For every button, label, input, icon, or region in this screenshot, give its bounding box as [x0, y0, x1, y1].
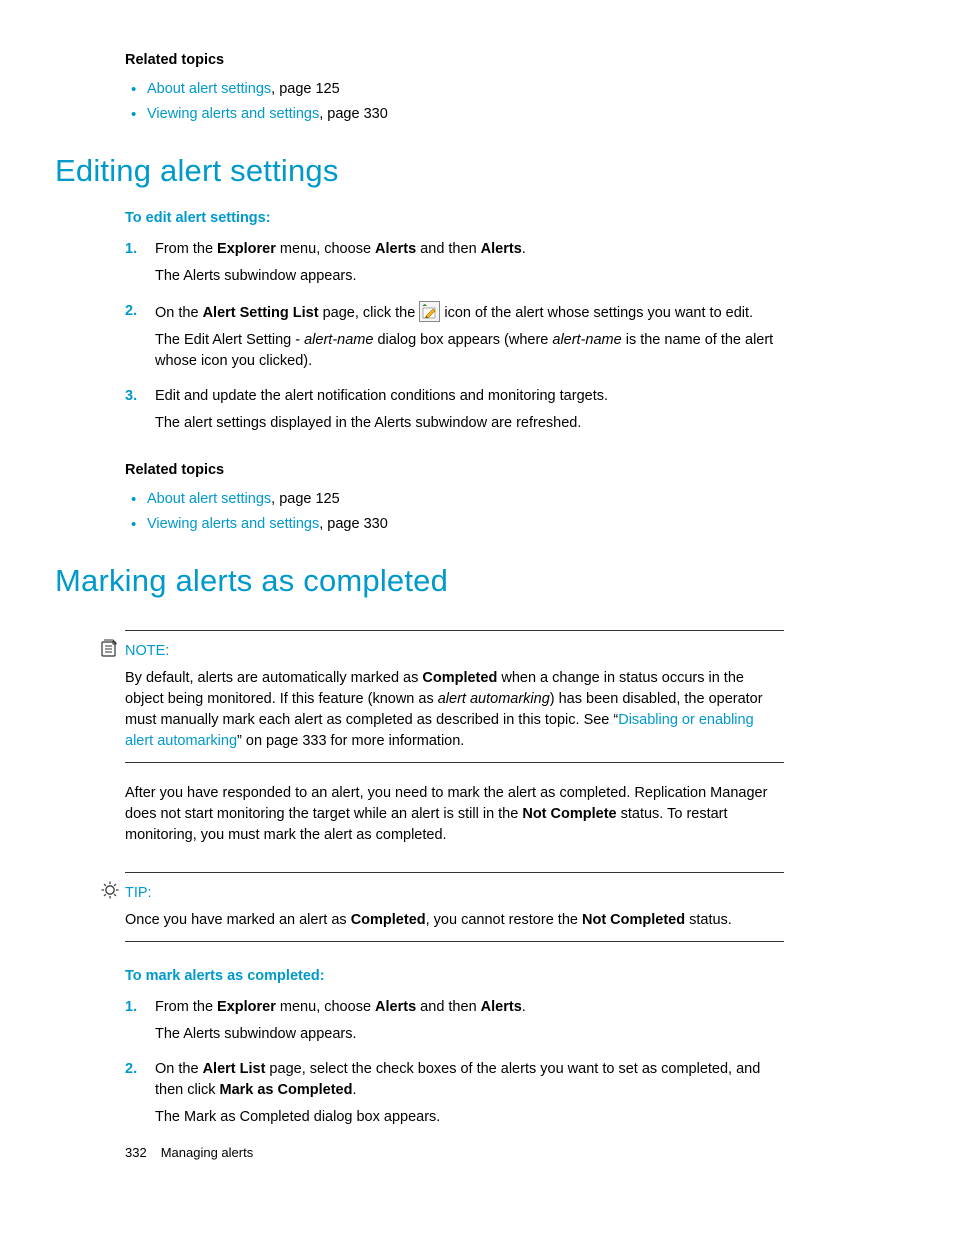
tip-text: Once you have marked an alert as Complet… — [125, 910, 784, 931]
text: ” on page 333 for more information. — [237, 733, 464, 749]
related-link[interactable]: Viewing alerts and settings — [147, 106, 319, 122]
text: Once you have marked an alert as — [125, 912, 351, 928]
related-topic-item: About alert settings, page 125 — [125, 489, 784, 510]
text-bold: Not Complete — [522, 806, 616, 822]
divider — [125, 762, 784, 763]
related-topic-item: Viewing alerts and settings, page 330 — [125, 514, 784, 535]
related-topics-list: About alert settings, page 125 Viewing a… — [125, 79, 784, 125]
section-heading-editing: Editing alert settings — [55, 149, 784, 194]
step-result: The Mark as Completed dialog box appears… — [155, 1107, 784, 1128]
step-bold: Explorer — [217, 999, 276, 1015]
text-bold: Not Completed — [582, 912, 685, 928]
step-text: From the — [155, 999, 217, 1015]
step-bold: Alerts — [481, 241, 522, 257]
step-result: The Alerts subwindow appears. — [155, 266, 784, 287]
step-text: The Edit Alert Setting - — [155, 332, 304, 348]
tip-label: TIP: — [125, 883, 784, 904]
divider — [125, 630, 784, 631]
step-bold: Alerts — [375, 241, 416, 257]
procedure-heading: To mark alerts as completed: — [125, 966, 784, 987]
page-number: 332 — [125, 1145, 147, 1160]
edit-icon — [419, 301, 440, 322]
step-text: menu, choose — [276, 241, 375, 257]
step-text: On the — [155, 1061, 203, 1077]
divider — [125, 941, 784, 942]
step-item: On the Alert List page, select the check… — [125, 1059, 784, 1128]
note-icon — [101, 639, 119, 657]
step-text: icon of the alert whose settings you wan… — [440, 305, 753, 321]
note-text: By default, alerts are automatically mar… — [125, 668, 784, 752]
text-italic: alert automarking — [438, 691, 550, 707]
text-bold: Completed — [351, 912, 426, 928]
step-text: dialog box appears (where — [373, 332, 552, 348]
step-text: and then — [416, 999, 481, 1015]
related-link[interactable]: Viewing alerts and settings — [147, 516, 319, 532]
related-link[interactable]: About alert settings — [147, 81, 271, 97]
step-item: Edit and update the alert notification c… — [125, 386, 784, 434]
step-text: menu, choose — [276, 999, 375, 1015]
step-bold: Mark as Completed — [219, 1082, 352, 1098]
step-italic: alert-name — [552, 332, 621, 348]
procedure-heading: To edit alert settings: — [125, 208, 784, 229]
step-bold: Alert Setting List — [203, 305, 319, 321]
step-text: On the — [155, 305, 203, 321]
step-bold: Explorer — [217, 241, 276, 257]
text: , you cannot restore the — [426, 912, 582, 928]
page-footer: 332 Managing alerts — [125, 1144, 253, 1163]
tip-callout: TIP: Once you have marked an alert as Co… — [125, 872, 784, 942]
step-bold: Alerts — [375, 999, 416, 1015]
tip-icon — [101, 881, 119, 899]
note-callout: NOTE: By default, alerts are automatical… — [125, 630, 784, 763]
related-suffix: , page 125 — [271, 81, 340, 97]
text-bold: Completed — [422, 670, 497, 686]
procedure-steps: From the Explorer menu, choose Alerts an… — [125, 997, 784, 1128]
step-text: Edit and update the alert notification c… — [155, 386, 784, 407]
step-bold: Alerts — [481, 999, 522, 1015]
text: status. — [685, 912, 732, 928]
chapter-title: Managing alerts — [161, 1145, 254, 1160]
procedure-steps: From the Explorer menu, choose Alerts an… — [125, 239, 784, 434]
section-heading-marking: Marking alerts as completed — [55, 559, 784, 604]
step-result: The Edit Alert Setting - alert-name dial… — [155, 330, 784, 372]
step-item: On the Alert Setting List page, click th… — [125, 301, 784, 372]
body-paragraph: After you have responded to an alert, yo… — [125, 783, 784, 846]
step-text: . — [522, 999, 526, 1015]
related-link[interactable]: About alert settings — [147, 491, 271, 507]
step-text: . — [522, 241, 526, 257]
related-topic-item: About alert settings, page 125 — [125, 79, 784, 100]
step-result: The Alerts subwindow appears. — [155, 1024, 784, 1045]
related-suffix: , page 330 — [319, 516, 388, 532]
divider — [125, 872, 784, 873]
step-italic: alert-name — [304, 332, 373, 348]
step-text: . — [352, 1082, 356, 1098]
note-label: NOTE: — [125, 641, 784, 662]
related-topic-item: Viewing alerts and settings, page 330 — [125, 104, 784, 125]
step-bold: Alert List — [203, 1061, 266, 1077]
step-item: From the Explorer menu, choose Alerts an… — [125, 997, 784, 1045]
related-suffix: , page 125 — [271, 491, 340, 507]
related-topics-list: About alert settings, page 125 Viewing a… — [125, 489, 784, 535]
step-text: and then — [416, 241, 481, 257]
step-result: The alert settings displayed in the Aler… — [155, 413, 784, 434]
step-item: From the Explorer menu, choose Alerts an… — [125, 239, 784, 287]
step-text: From the — [155, 241, 217, 257]
step-text: page, click the — [319, 305, 420, 321]
text: By default, alerts are automatically mar… — [125, 670, 422, 686]
related-topics-heading: Related topics — [125, 460, 784, 481]
related-topics-heading: Related topics — [125, 50, 784, 71]
related-suffix: , page 330 — [319, 106, 388, 122]
